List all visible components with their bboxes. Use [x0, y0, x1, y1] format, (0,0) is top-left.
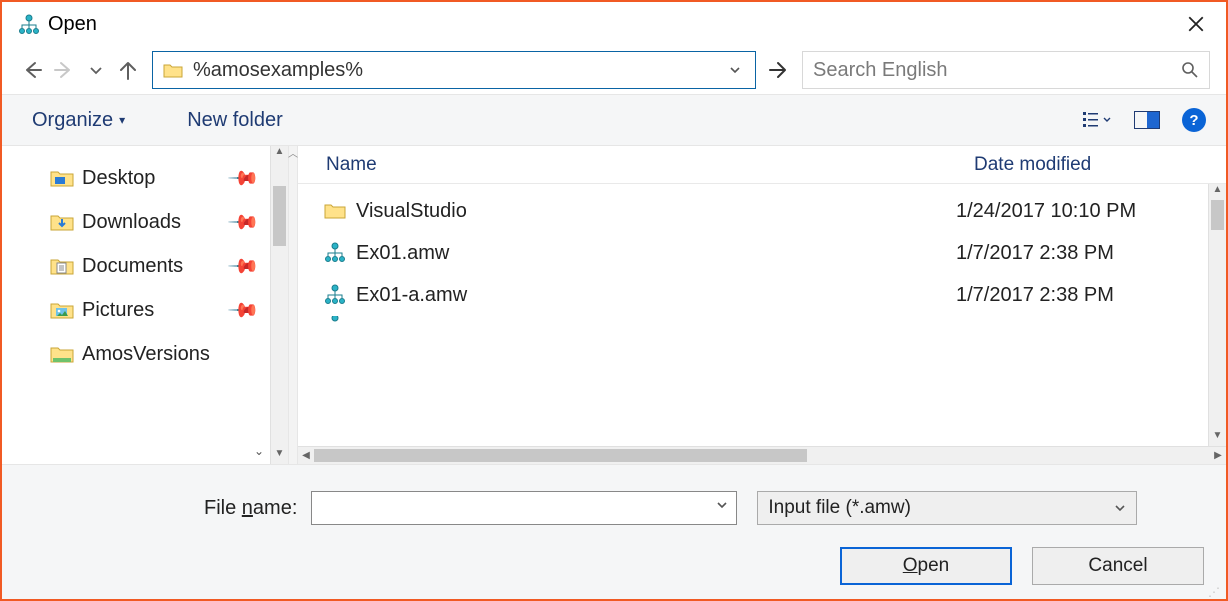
help-button[interactable]: ? — [1182, 108, 1206, 132]
scroll-thumb[interactable] — [1211, 200, 1224, 230]
resize-grip[interactable]: ⋰ — [1208, 589, 1222, 595]
folder-icon — [50, 344, 74, 364]
list-item[interactable]: Ex01-a.amw 1/7/2017 2:38 PM — [298, 274, 1208, 316]
pin-icon: 📌 — [226, 248, 261, 283]
content-area: Desktop 📌 Downloads 📌 Documents 📌 — [2, 146, 1226, 464]
search-icon — [1181, 61, 1199, 79]
tree-item-label: Documents — [82, 255, 183, 278]
tree-item-desktop[interactable]: Desktop 📌 — [2, 156, 270, 200]
nav-bar: %amosexamples% Search English — [2, 46, 1226, 94]
footer-area: File name: Input file (*.amw) Open Cance… — [2, 464, 1226, 599]
amw-file-icon — [320, 242, 350, 264]
tree-scrollbar[interactable]: ▲ ▼ — [270, 146, 288, 464]
scroll-down-icon[interactable]: ▼ — [271, 448, 288, 464]
tree-item-label: AmosVersions — [82, 343, 210, 366]
file-date: 1/24/2017 10:10 PM — [956, 200, 1208, 223]
file-date: 1/7/2017 2:38 PM — [956, 242, 1208, 265]
forward-button[interactable] — [48, 54, 80, 86]
new-folder-label: New folder — [187, 109, 283, 132]
preview-pane-button[interactable] — [1134, 111, 1160, 129]
folder-icon — [50, 256, 74, 276]
chevron-up-icon: ︿ — [288, 145, 298, 160]
chevron-down-icon[interactable] — [716, 499, 728, 511]
search-placeholder: Search English — [813, 59, 1181, 82]
folder-icon — [320, 202, 350, 220]
file-list[interactable]: VisualStudio 1/24/2017 10:10 PM Ex01.amw… — [298, 184, 1208, 446]
pin-icon: 📌 — [226, 292, 261, 327]
recent-locations-button[interactable] — [80, 54, 112, 86]
pane-splitter[interactable]: ︿ — [288, 146, 298, 464]
pin-icon: 📌 — [226, 160, 261, 195]
tree-item-label: Desktop — [82, 167, 155, 190]
open-button[interactable]: Open — [840, 547, 1012, 585]
chevron-down-icon[interactable]: ⌄ — [254, 444, 264, 458]
tree-item-label: Downloads — [82, 211, 181, 234]
up-button[interactable] — [112, 54, 144, 86]
search-box[interactable]: Search English — [802, 51, 1210, 89]
nav-tree-pane: Desktop 📌 Downloads 📌 Documents 📌 — [2, 146, 288, 464]
window-title: Open — [48, 13, 97, 36]
filetype-value: Input file (*.amw) — [768, 497, 1114, 519]
scroll-left-icon[interactable]: ◀ — [298, 450, 314, 461]
scroll-right-icon[interactable]: ▶ — [1210, 450, 1226, 461]
scroll-track[interactable] — [314, 447, 1210, 464]
open-dialog: Open %amosexamples% — [0, 0, 1228, 601]
list-item-partial[interactable] — [298, 316, 1208, 334]
nav-tree[interactable]: Desktop 📌 Downloads 📌 Documents 📌 — [2, 146, 270, 464]
app-icon — [18, 14, 40, 36]
column-headers: Name Date modified — [298, 146, 1226, 184]
cancel-button[interactable]: Cancel — [1032, 547, 1204, 585]
toolbar: Organize ▾ New folder ? — [2, 94, 1226, 146]
file-name: Ex01-a.amw — [350, 284, 956, 307]
folder-icon — [50, 168, 74, 188]
address-text: %amosexamples% — [193, 59, 729, 82]
tree-item-label: Pictures — [82, 299, 154, 322]
scroll-thumb[interactable] — [273, 186, 286, 246]
folder-icon — [50, 212, 74, 232]
scroll-down-icon[interactable]: ▼ — [1209, 430, 1226, 446]
file-list-pane: Name Date modified VisualStudio 1/24/201… — [298, 146, 1226, 464]
tree-item-downloads[interactable]: Downloads 📌 — [2, 200, 270, 244]
file-date: 1/7/2017 2:38 PM — [956, 284, 1208, 307]
file-name: VisualStudio — [350, 200, 956, 223]
filename-label: File name: — [204, 497, 297, 520]
list-scrollbar-v[interactable]: ▲ ▼ — [1208, 184, 1226, 446]
scroll-up-icon[interactable]: ▲ — [1209, 184, 1226, 200]
scroll-up-icon[interactable]: ▲ — [271, 146, 288, 162]
tree-item-documents[interactable]: Documents 📌 — [2, 244, 270, 288]
scroll-thumb[interactable] — [314, 449, 807, 462]
view-options-button[interactable] — [1082, 110, 1112, 130]
folder-icon — [163, 62, 183, 78]
organize-label: Organize — [32, 109, 113, 132]
amw-file-icon — [320, 284, 350, 306]
address-dropdown-icon[interactable] — [729, 64, 751, 76]
address-bar[interactable]: %amosexamples% — [152, 51, 756, 89]
open-label: Open — [903, 555, 949, 577]
cancel-label: Cancel — [1088, 555, 1147, 577]
list-scrollbar-h[interactable]: ◀ ▶ — [298, 446, 1226, 464]
folder-icon — [50, 300, 74, 320]
list-item[interactable]: VisualStudio 1/24/2017 10:10 PM — [298, 190, 1208, 232]
filetype-select[interactable]: Input file (*.amw) — [757, 491, 1137, 525]
list-item[interactable]: Ex01.amw 1/7/2017 2:38 PM — [298, 232, 1208, 274]
close-button[interactable] — [1176, 4, 1216, 44]
filename-input[interactable] — [311, 491, 737, 525]
go-button[interactable] — [760, 51, 796, 89]
back-button[interactable] — [16, 54, 48, 86]
amw-file-icon — [320, 316, 350, 334]
chevron-down-icon: ▾ — [119, 113, 125, 127]
organize-menu[interactable]: Organize ▾ — [32, 109, 125, 132]
tree-item-pictures[interactable]: Pictures 📌 — [2, 288, 270, 332]
column-name[interactable]: Name — [326, 154, 974, 176]
tree-item-amosversions[interactable]: AmosVersions — [2, 332, 270, 376]
title-bar: Open — [2, 2, 1226, 46]
file-name: Ex01.amw — [350, 242, 956, 265]
new-folder-button[interactable]: New folder — [187, 109, 283, 132]
column-date[interactable]: Date modified — [974, 154, 1226, 176]
chevron-down-icon — [1114, 502, 1126, 514]
pin-icon: 📌 — [226, 204, 261, 239]
